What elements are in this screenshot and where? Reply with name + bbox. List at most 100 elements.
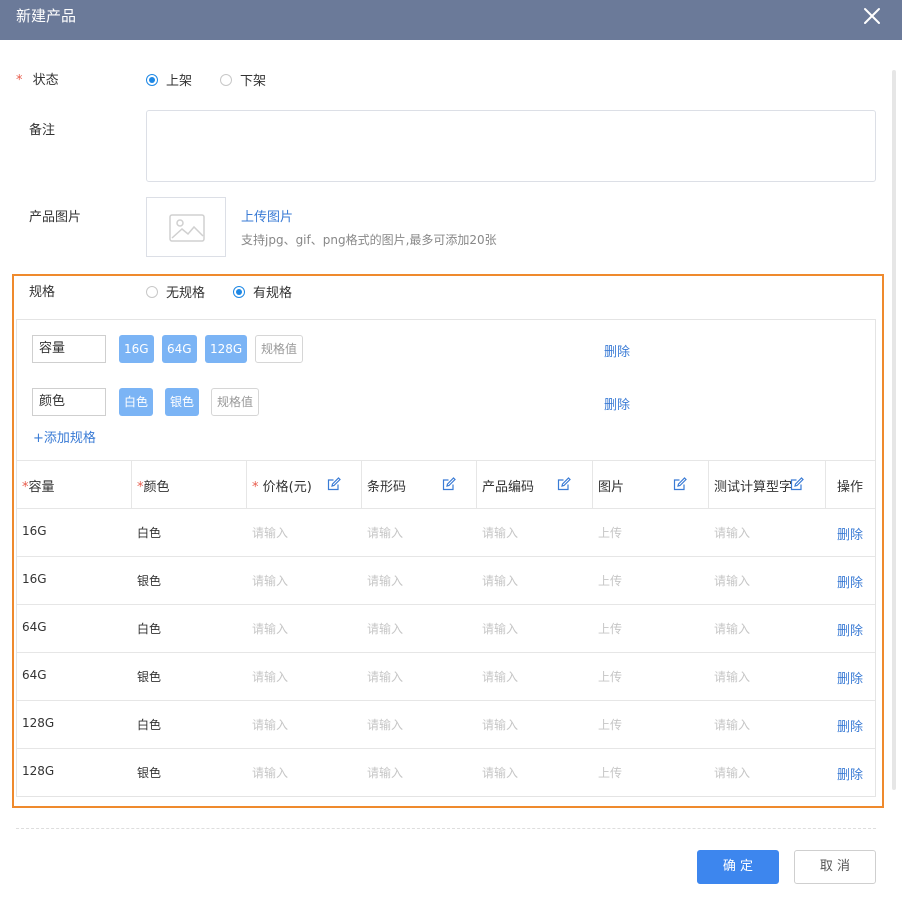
required-mark: * — [16, 73, 23, 88]
upload-image-link[interactable]: 上传图片 — [241, 206, 293, 225]
product-image-label: 产品图片 — [29, 210, 82, 225]
status-label: * 状态 — [16, 69, 59, 88]
barcode-input[interactable]: 请输入 — [367, 668, 403, 685]
column-header-image: 图片 — [598, 480, 625, 495]
batch-edit-icon[interactable] — [673, 477, 687, 491]
product-code-input[interactable]: 请输入 — [482, 764, 518, 781]
column-header-price: * 价格(元) — [252, 480, 312, 495]
spec-value-chip[interactable]: 64G — [162, 335, 197, 363]
scrollbar-thumb[interactable] — [892, 70, 896, 790]
radio-unchecked-icon — [146, 285, 158, 298]
product-code-input[interactable]: 请输入 — [482, 524, 518, 541]
cell-color: 白色 — [137, 526, 162, 540]
cell-capacity: 128G — [22, 764, 55, 778]
row-delete-button[interactable]: 删除 — [837, 524, 863, 543]
delete-spec-button[interactable]: 删除 — [604, 394, 630, 413]
price-input[interactable]: 请输入 — [252, 668, 288, 685]
computed-input[interactable]: 请输入 — [714, 764, 750, 781]
barcode-input[interactable]: 请输入 — [367, 716, 403, 733]
batch-edit-icon[interactable] — [790, 477, 804, 491]
radio-unchecked-icon — [220, 73, 232, 86]
image-upload-cell[interactable]: 上传 — [598, 668, 622, 685]
column-header-capacity: *容量 — [22, 480, 55, 495]
barcode-input[interactable]: 请输入 — [367, 524, 403, 541]
spec-radio-none[interactable]: 无规格 — [146, 282, 205, 301]
spec-value-chip[interactable]: 16G — [119, 335, 154, 363]
image-placeholder-icon — [169, 214, 205, 242]
price-input[interactable]: 请输入 — [252, 716, 288, 733]
confirm-button[interactable]: 确 定 — [697, 850, 779, 884]
column-header-color: *颜色 — [137, 480, 170, 495]
cell-capacity: 128G — [22, 716, 55, 730]
column-header-barcode: 条形码 — [367, 480, 407, 495]
batch-edit-icon[interactable] — [557, 477, 571, 491]
delete-spec-button[interactable]: 删除 — [604, 341, 630, 360]
image-upload-cell[interactable]: 上传 — [598, 716, 622, 733]
barcode-input[interactable]: 请输入 — [367, 620, 403, 637]
barcode-input[interactable]: 请输入 — [367, 572, 403, 589]
row-delete-button[interactable]: 删除 — [837, 668, 863, 687]
product-code-input[interactable]: 请输入 — [482, 716, 518, 733]
spec-radio-with[interactable]: 有规格 — [233, 282, 292, 301]
cancel-button[interactable]: 取 消 — [794, 850, 876, 884]
cell-color: 白色 — [137, 718, 162, 732]
add-spec-link[interactable]: +添加规格 — [33, 427, 96, 446]
cell-color: 白色 — [137, 622, 162, 636]
image-upload-cell[interactable]: 上传 — [598, 572, 622, 589]
image-upload-cell[interactable]: 上传 — [598, 524, 622, 541]
radio-label: 上架 — [166, 74, 193, 89]
row-delete-button[interactable]: 删除 — [837, 716, 863, 735]
cell-capacity: 16G — [22, 524, 47, 538]
image-upload-box[interactable] — [146, 197, 226, 257]
spec-value-input[interactable]: 规格值 — [255, 335, 304, 363]
computed-input[interactable]: 请输入 — [714, 668, 750, 685]
status-label-text: 状态 — [32, 73, 59, 88]
upload-hint: 支持jpg、gif、png格式的图片,最多可添加20张 — [241, 233, 497, 247]
radio-checked-icon — [146, 73, 158, 86]
computed-input[interactable]: 请输入 — [714, 524, 750, 541]
status-radio-off-shelf[interactable]: 下架 — [220, 70, 266, 89]
radio-checked-icon — [233, 285, 245, 298]
column-header-computed: 测试计算型字 — [714, 480, 793, 495]
price-input[interactable]: 请输入 — [252, 572, 288, 589]
row-delete-button[interactable]: 删除 — [837, 620, 863, 639]
price-input[interactable]: 请输入 — [252, 620, 288, 637]
spec-value-input[interactable]: 规格值 — [211, 388, 260, 416]
product-code-input[interactable]: 请输入 — [482, 668, 518, 685]
product-code-input[interactable]: 请输入 — [482, 620, 518, 637]
radio-label: 下架 — [240, 74, 267, 89]
barcode-input[interactable]: 请输入 — [367, 764, 403, 781]
row-delete-button[interactable]: 删除 — [837, 572, 863, 591]
radio-label: 无规格 — [166, 286, 206, 301]
remark-textarea[interactable] — [146, 110, 876, 182]
batch-edit-icon[interactable] — [327, 477, 341, 491]
image-upload-cell[interactable]: 上传 — [598, 764, 622, 781]
spec-value-chip[interactable]: 白色 — [119, 388, 154, 416]
computed-input[interactable]: 请输入 — [714, 620, 750, 637]
status-radio-on-shelf[interactable]: 上架 — [146, 70, 192, 89]
cell-capacity: 64G — [22, 668, 47, 682]
spec-name-input[interactable]: 颜色 — [32, 388, 106, 416]
computed-input[interactable]: 请输入 — [714, 716, 750, 733]
cell-capacity: 64G — [22, 620, 47, 634]
column-header-actions: 操作 — [837, 480, 864, 495]
computed-input[interactable]: 请输入 — [714, 572, 750, 589]
dialog-title: 新建产品 — [16, 7, 77, 25]
spec-name-input[interactable]: 容量 — [32, 335, 106, 363]
row-delete-button[interactable]: 删除 — [837, 764, 863, 783]
close-icon[interactable] — [862, 6, 882, 26]
spec-value-chip[interactable]: 128G — [205, 335, 248, 363]
image-upload-cell[interactable]: 上传 — [598, 620, 622, 637]
price-input[interactable]: 请输入 — [252, 524, 288, 541]
dialog-header: 新建产品 — [0, 0, 902, 40]
spec-value-chip[interactable]: 银色 — [165, 388, 200, 416]
footer-divider — [16, 828, 876, 829]
price-input[interactable]: 请输入 — [252, 764, 288, 781]
cell-capacity: 16G — [22, 572, 47, 586]
cell-color: 银色 — [137, 670, 162, 684]
product-code-input[interactable]: 请输入 — [482, 572, 518, 589]
spec-label: 规格 — [29, 285, 56, 300]
remark-label: 备注 — [29, 123, 56, 138]
radio-label: 有规格 — [253, 286, 293, 301]
batch-edit-icon[interactable] — [442, 477, 456, 491]
